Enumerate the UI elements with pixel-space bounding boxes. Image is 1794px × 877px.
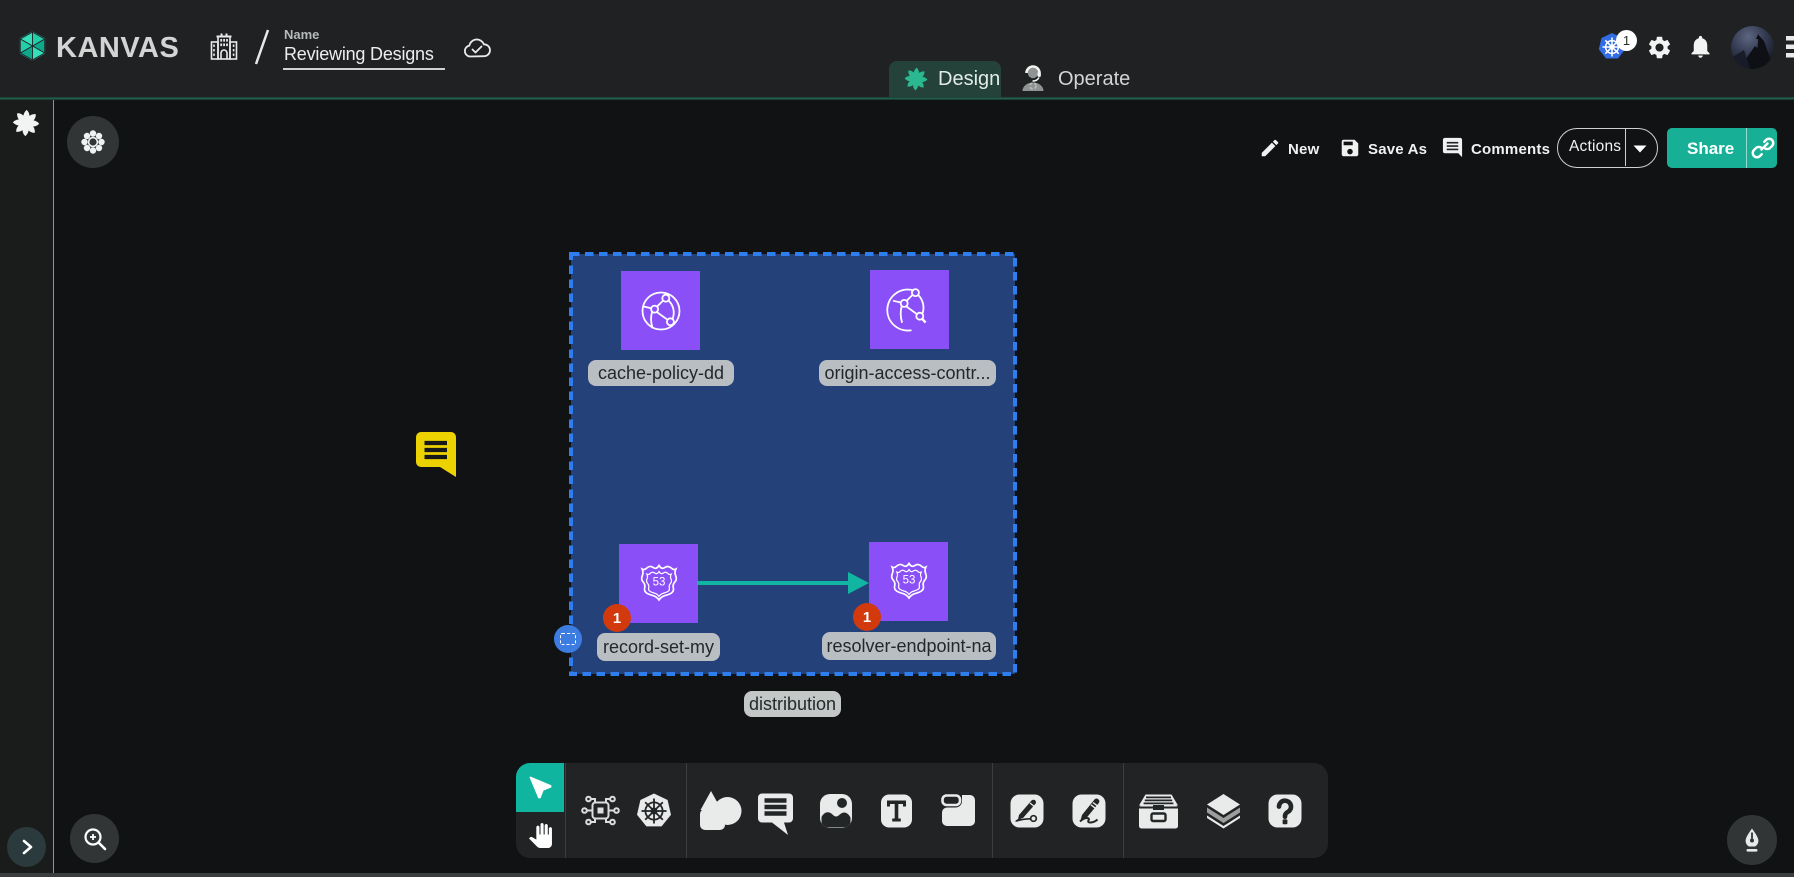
svg-text:53: 53 <box>652 576 665 588</box>
svg-text:53: 53 <box>902 574 915 586</box>
